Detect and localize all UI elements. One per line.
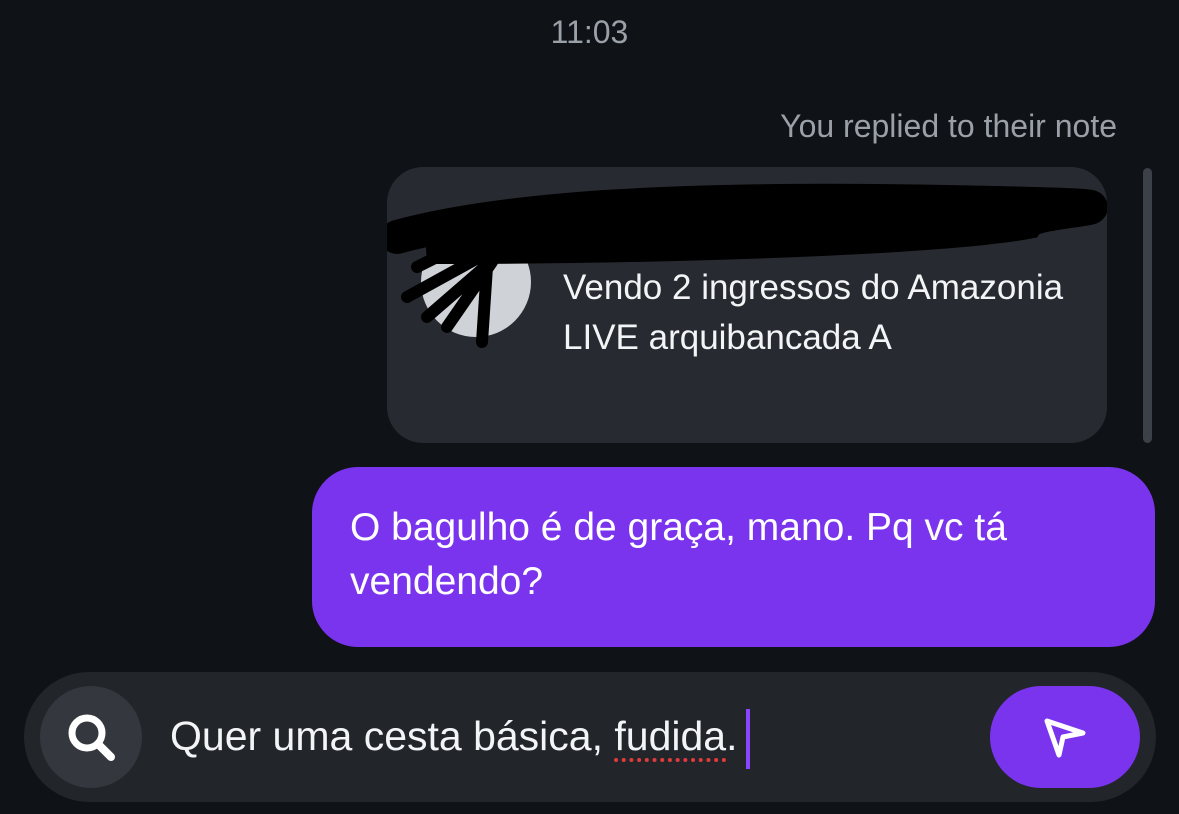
message-input[interactable]: Quer uma cesta básica, fudida. [170,708,750,770]
reply-context-label: You replied to their note [780,108,1117,144]
input-text-end: . [726,713,738,759]
composer-bar: Quer uma cesta básica, fudida. [24,672,1156,802]
message-text: O bagulho é de graça, mano. Pq vc tá ven… [350,506,1007,603]
search-button[interactable] [40,686,142,788]
note-text: Vendo 2 ingressos do Amazonia LIVE arqui… [563,268,1064,357]
send-button[interactable] [990,686,1140,788]
scroll-indicator[interactable] [1143,168,1152,443]
search-icon [68,714,115,761]
note-card[interactable]: Vendo 2 ingressos do Amazonia LIVE arqui… [387,167,1107,443]
input-text: Quer uma cesta básica, [170,713,615,759]
timestamp: 11:03 [550,14,629,50]
send-icon [1044,718,1086,758]
misspelled-word[interactable]: fudida [614,713,726,759]
text-caret [745,709,750,770]
message-bubble[interactable]: O bagulho é de graça, mano. Pq vc tá ven… [312,467,1155,647]
